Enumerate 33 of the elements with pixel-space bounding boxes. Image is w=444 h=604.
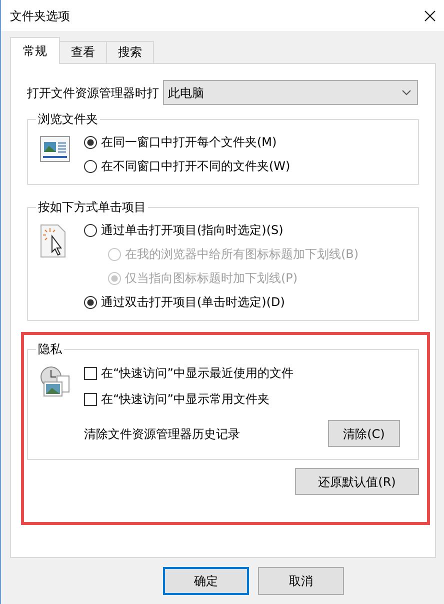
group-title: 隐私	[36, 341, 64, 357]
radio-button[interactable]	[84, 136, 97, 148]
checkbox[interactable]	[84, 366, 97, 380]
option-label: 通过双击打开项目(单击时选定)(D)	[101, 294, 285, 311]
tab[interactable]: 常规	[10, 37, 60, 64]
tab[interactable]: 搜索	[106, 41, 154, 63]
group-title: 按如下方式单击项目	[36, 199, 148, 215]
chevron-down-icon	[402, 90, 411, 96]
clear-history-label: 清除文件资源管理器历史记录	[84, 426, 240, 442]
group-title: 浏览文件夹	[36, 111, 100, 127]
radio-button[interactable]	[84, 224, 97, 236]
option-label: 通过单击打开项目(指向时选定)(S)	[101, 222, 284, 239]
dropdown-value: 此电脑	[168, 84, 204, 102]
option-label: 仅当指向图标标题时加下划线(P)	[125, 270, 298, 287]
option-label: 在同一窗口中打开每个文件夹(M)	[101, 134, 277, 151]
window-title: 文件夹选项	[10, 8, 70, 24]
option-label: 在“快速访问”中显示常用文件夹	[101, 391, 270, 408]
dropdown[interactable]: 此电脑	[163, 80, 418, 105]
window-icon	[40, 136, 70, 162]
restore-defaults-button[interactable]: 还原默认值(R)	[295, 468, 419, 495]
field-label: 打开文件资源管理器时打	[27, 84, 159, 102]
radio-button[interactable]	[84, 160, 97, 172]
clock-pictures-icon	[40, 366, 70, 398]
option-label: 在不同窗口中打开不同的文件夹(W)	[101, 158, 290, 175]
checkbox[interactable]	[84, 392, 97, 406]
option-label: 在“快速访问”中显示最近使用的文件	[101, 365, 294, 382]
dialog-button[interactable]: 确定	[163, 567, 249, 595]
radio-button[interactable]	[84, 296, 97, 308]
option-label: 在我的浏览器中给所有图标标题加下划线(B)	[125, 246, 359, 263]
dialog-button[interactable]: 取消	[258, 567, 344, 595]
clear-button[interactable]: 清除(C)	[328, 420, 400, 447]
close-icon[interactable]	[424, 10, 436, 22]
pointer-icon	[40, 224, 66, 258]
